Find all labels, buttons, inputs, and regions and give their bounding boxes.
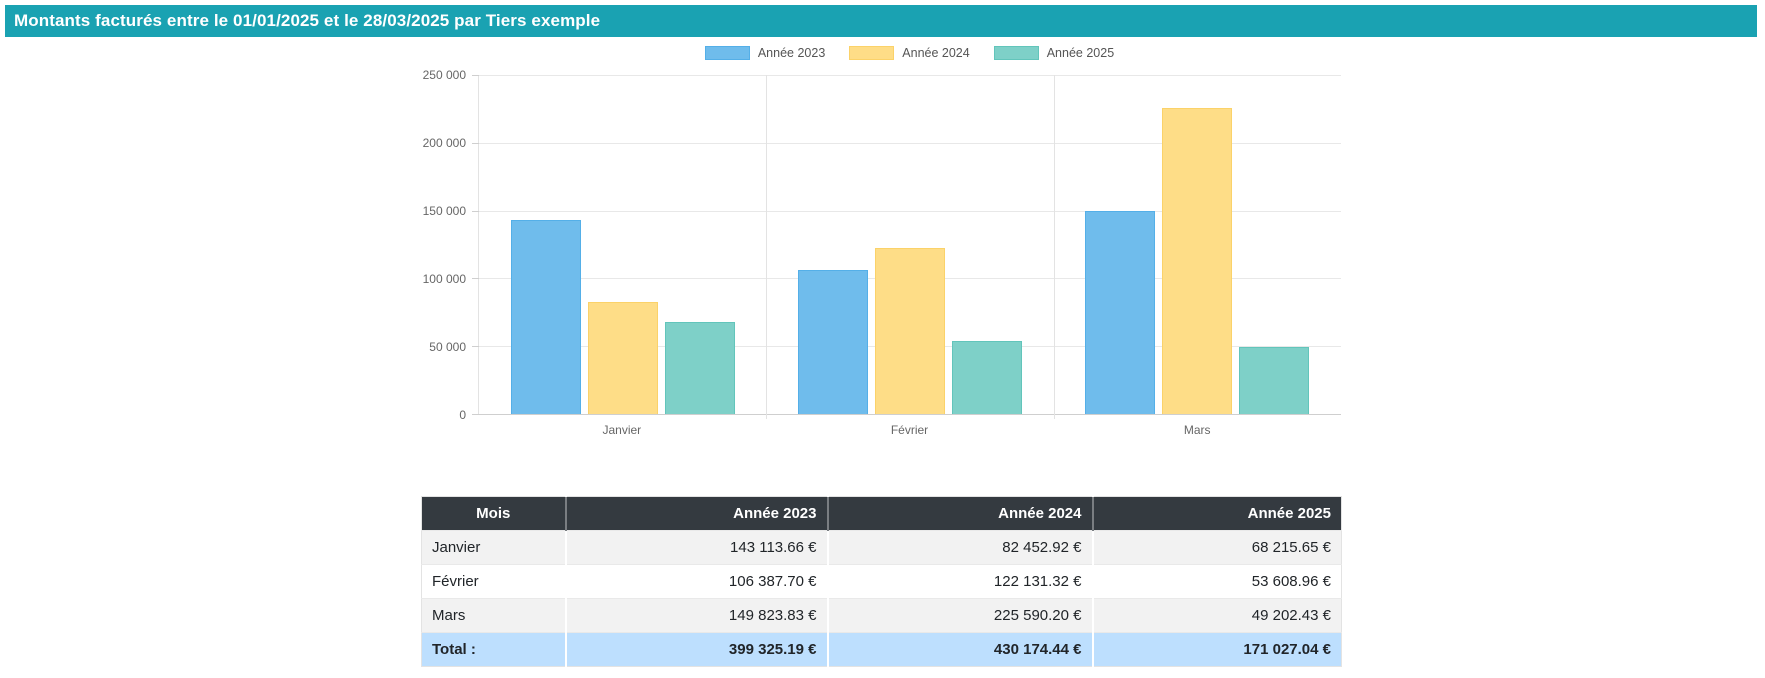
bar-mars-annee-2025[interactable] bbox=[1239, 347, 1309, 414]
x-axis: Janvier Février Mars bbox=[478, 423, 1341, 437]
total-value: 171 027.04 € bbox=[1093, 633, 1342, 667]
chart-plot-area bbox=[478, 75, 1341, 415]
table-row-mars: Mars 149 823.83 € 225 590.20 € 49 202.43… bbox=[422, 599, 1342, 633]
y-tick-mark bbox=[472, 346, 479, 347]
legend-color-swatch-icon bbox=[994, 46, 1039, 60]
y-tick-mark bbox=[472, 278, 479, 279]
y-tick-label: 250 000 bbox=[423, 68, 466, 82]
bar-fevrier-annee-2023[interactable] bbox=[798, 270, 868, 414]
y-tick-label: 150 000 bbox=[423, 204, 466, 218]
bar-group-fevrier bbox=[766, 75, 1053, 414]
table-row-fevrier: Février 106 387.70 € 122 131.32 € 53 608… bbox=[422, 565, 1342, 599]
y-tick-mark bbox=[472, 143, 479, 144]
cell-value: 68 215.65 € bbox=[1093, 531, 1342, 565]
bar-janvier-annee-2025[interactable] bbox=[665, 322, 735, 415]
legend-label: Année 2024 bbox=[902, 46, 969, 60]
bar-mars-annee-2024[interactable] bbox=[1162, 108, 1232, 414]
bar-group-mars bbox=[1054, 75, 1341, 414]
legend-color-swatch-icon bbox=[849, 46, 894, 60]
y-tick-label: 200 000 bbox=[423, 136, 466, 150]
table-header-mois: Mois bbox=[422, 497, 566, 531]
legend-item-annee-2023[interactable]: Année 2023 bbox=[705, 46, 825, 60]
bar-janvier-annee-2024[interactable] bbox=[588, 302, 658, 414]
x-tick-label-mars: Mars bbox=[1053, 423, 1341, 437]
total-label: Total : bbox=[422, 633, 566, 667]
y-tick-label: 0 bbox=[459, 408, 466, 422]
report-title-bar: Montants facturés entre le 01/01/2025 et… bbox=[5, 5, 1757, 37]
x-tick-label-janvier: Janvier bbox=[478, 423, 766, 437]
bar-fevrier-annee-2024[interactable] bbox=[875, 248, 945, 414]
total-value: 399 325.19 € bbox=[566, 633, 828, 667]
legend-item-annee-2024[interactable]: Année 2024 bbox=[849, 46, 969, 60]
bar-fevrier-annee-2025[interactable] bbox=[952, 341, 1022, 414]
cell-value: 122 131.32 € bbox=[828, 565, 1093, 599]
row-label: Mars bbox=[422, 599, 566, 633]
legend-label: Année 2025 bbox=[1047, 46, 1114, 60]
cell-value: 225 590.20 € bbox=[828, 599, 1093, 633]
table-row-janvier: Janvier 143 113.66 € 82 452.92 € 68 215.… bbox=[422, 531, 1342, 565]
cell-value: 82 452.92 € bbox=[828, 531, 1093, 565]
bar-janvier-annee-2023[interactable] bbox=[511, 220, 581, 414]
cell-value: 143 113.66 € bbox=[566, 531, 828, 565]
table-total-row: Total : 399 325.19 € 430 174.44 € 171 02… bbox=[422, 633, 1342, 667]
y-tick-mark bbox=[472, 211, 479, 212]
y-tick-mark bbox=[472, 414, 479, 415]
row-label: Février bbox=[422, 565, 566, 599]
table-header-annee-2024: Année 2024 bbox=[828, 497, 1093, 531]
cell-value: 53 608.96 € bbox=[1093, 565, 1342, 599]
row-label: Janvier bbox=[422, 531, 566, 565]
y-tick-mark bbox=[472, 75, 479, 76]
y-axis: 250 000 200 000 150 000 100 000 50 000 0 bbox=[378, 75, 466, 415]
x-tick-label-fevrier: Février bbox=[766, 423, 1054, 437]
cell-value: 149 823.83 € bbox=[566, 599, 828, 633]
report-page: Montants facturés entre le 01/01/2025 et… bbox=[0, 0, 1765, 678]
bar-groups bbox=[479, 75, 1341, 414]
chart-legend: Année 2023 Année 2024 Année 2025 bbox=[478, 46, 1341, 60]
y-tick-label: 100 000 bbox=[423, 272, 466, 286]
legend-item-annee-2025[interactable]: Année 2025 bbox=[994, 46, 1114, 60]
total-value: 430 174.44 € bbox=[828, 633, 1093, 667]
data-table: Mois Année 2023 Année 2024 Année 2025 Ja… bbox=[421, 496, 1342, 667]
cell-value: 106 387.70 € bbox=[566, 565, 828, 599]
table-header-annee-2023: Année 2023 bbox=[566, 497, 828, 531]
y-tick-label: 50 000 bbox=[429, 340, 466, 354]
legend-color-swatch-icon bbox=[705, 46, 750, 60]
table-header-row: Mois Année 2023 Année 2024 Année 2025 bbox=[422, 497, 1342, 531]
bar-group-janvier bbox=[479, 75, 766, 414]
legend-label: Année 2023 bbox=[758, 46, 825, 60]
table-header-annee-2025: Année 2025 bbox=[1093, 497, 1342, 531]
bar-mars-annee-2023[interactable] bbox=[1085, 211, 1155, 414]
cell-value: 49 202.43 € bbox=[1093, 599, 1342, 633]
